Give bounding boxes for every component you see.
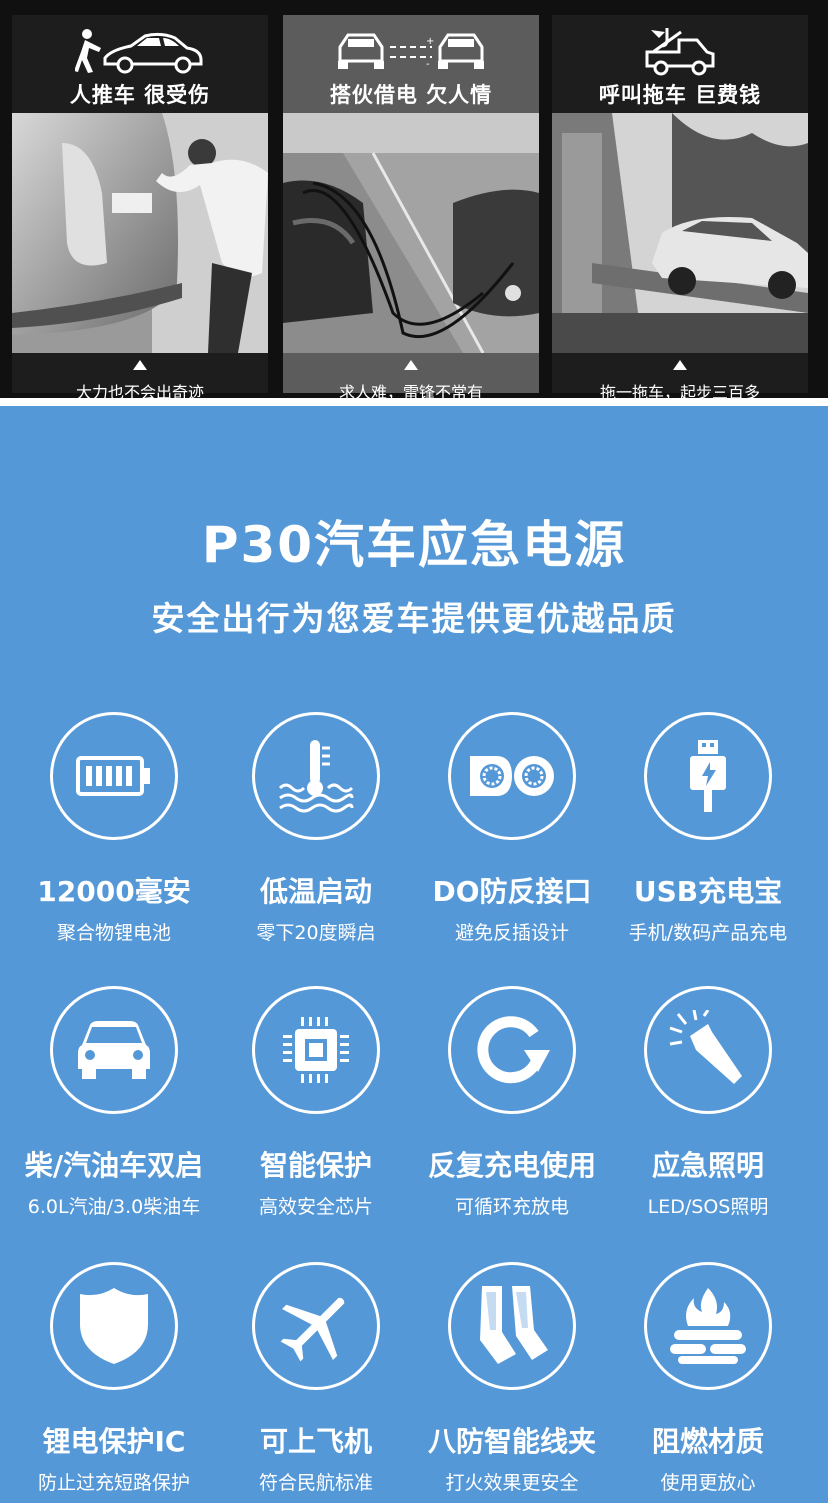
pushing-car-icon <box>12 25 268 77</box>
product-subtitle: 安全出行为您爱车提供更优越品质 <box>151 599 677 638</box>
feature-subtitle: 使用更放心 <box>660 1472 756 1494</box>
feature-do-port: DO防反接口 避免反插设计 <box>412 712 612 945</box>
panel-tow-truck: 呼叫拖车 巨费钱 拖一拖车，起步三百多 <box>552 15 808 402</box>
feature-title: USB充电宝 <box>633 875 783 908</box>
feature-low-temp: 低温启动 零下20度瞬启 <box>216 712 416 945</box>
feature-subtitle: 零下20度瞬启 <box>256 922 376 944</box>
feature-subtitle: 符合民航标准 <box>258 1472 373 1494</box>
feature-title: 12000毫安 <box>37 875 191 908</box>
panel-title: 人推车 很受伤 <box>69 83 211 107</box>
feature-usb: USB充电宝 手机/数码产品充电 <box>608 712 808 945</box>
usb-plug-icon <box>644 712 772 840</box>
feature-lithium-ic: 锂电保护IC 防止过充短路保护 <box>14 1262 214 1495</box>
problem-banner: 人推车 很受伤 大力也不会出奇迹 + - 搭伙借电 欠人情 求人难，雷锋不常有 … <box>0 0 828 402</box>
feature-smart-clamp: 八防智能线夹 打火效果更安全 <box>412 1262 612 1495</box>
panel-title: 呼叫拖车 巨费钱 <box>598 83 762 107</box>
feature-title: 智能保护 <box>259 1149 372 1182</box>
feature-subtitle: 高效安全芯片 <box>258 1196 373 1218</box>
up-triangle-icon <box>404 360 418 370</box>
feature-title: 低温启动 <box>259 875 372 908</box>
chip-icon <box>252 986 380 1114</box>
shield-icon <box>50 1262 178 1390</box>
feature-subtitle: LED/SOS照明 <box>647 1196 769 1218</box>
feature-title: 应急照明 <box>651 1149 764 1182</box>
panel-push-car: 人推车 很受伤 大力也不会出奇迹 <box>12 15 268 402</box>
feature-dual-start: 柴/汽油车双启 6.0L汽油/3.0柴油车 <box>14 986 214 1219</box>
clamp-icon <box>448 1262 576 1390</box>
feature-title: DO防反接口 <box>432 875 592 908</box>
tow-truck-icon <box>552 25 808 77</box>
product-title: P30汽车应急电源 <box>201 516 627 574</box>
jump-cable-cars-icon: + - <box>283 25 539 77</box>
svg-text:-: - <box>426 59 430 70</box>
flashlight-icon <box>644 986 772 1114</box>
photo-man-pushing-car <box>12 113 268 353</box>
feature-subtitle: 可循环充放电 <box>454 1196 569 1218</box>
panel-jump-start: + - 搭伙借电 欠人情 求人难，雷锋不常有 <box>283 15 539 402</box>
car-icon <box>50 986 178 1114</box>
feature-subtitle: 6.0L汽油/3.0柴油车 <box>27 1196 201 1218</box>
feature-smart-protect: 智能保护 高效安全芯片 <box>216 986 416 1219</box>
airplane-icon <box>252 1262 380 1390</box>
battery-icon <box>50 712 178 840</box>
feature-title: 阻燃材质 <box>651 1425 764 1458</box>
panel-title: 搭伙借电 欠人情 <box>329 83 493 107</box>
flame-retardant-icon <box>644 1262 772 1390</box>
feature-rechargeable: 反复充电使用 可循环充放电 <box>412 986 612 1219</box>
feature-title: 可上飞机 <box>259 1425 372 1458</box>
feature-title: 八防智能线夹 <box>427 1425 596 1458</box>
feature-subtitle: 手机/数码产品充电 <box>628 922 788 944</box>
feature-battery: 12000毫安 聚合物锂电池 <box>14 712 214 945</box>
feature-title: 柴/汽油车双启 <box>24 1149 204 1182</box>
feature-title: 反复充电使用 <box>427 1149 596 1182</box>
feature-title: 锂电保护IC <box>42 1425 186 1458</box>
feature-subtitle: 打火效果更安全 <box>445 1472 579 1494</box>
thermometer-icon <box>252 712 380 840</box>
feature-subtitle: 防止过充短路保护 <box>37 1472 190 1494</box>
section-divider <box>0 398 828 406</box>
feature-flame-retardant: 阻燃材质 使用更放心 <box>608 1262 808 1495</box>
photo-jump-cables <box>283 113 539 353</box>
photo-tow-truck <box>552 113 808 353</box>
svg-text:+: + <box>426 36 434 47</box>
up-triangle-icon <box>673 360 687 370</box>
recycle-arrow-icon <box>448 986 576 1114</box>
up-triangle-icon <box>133 360 147 370</box>
feature-airplane: 可上飞机 符合民航标准 <box>216 1262 416 1495</box>
feature-emergency-light: 应急照明 LED/SOS照明 <box>608 986 808 1219</box>
feature-subtitle: 聚合物锂电池 <box>56 922 171 944</box>
do-port-icon <box>448 712 576 840</box>
feature-subtitle: 避免反插设计 <box>454 922 569 944</box>
